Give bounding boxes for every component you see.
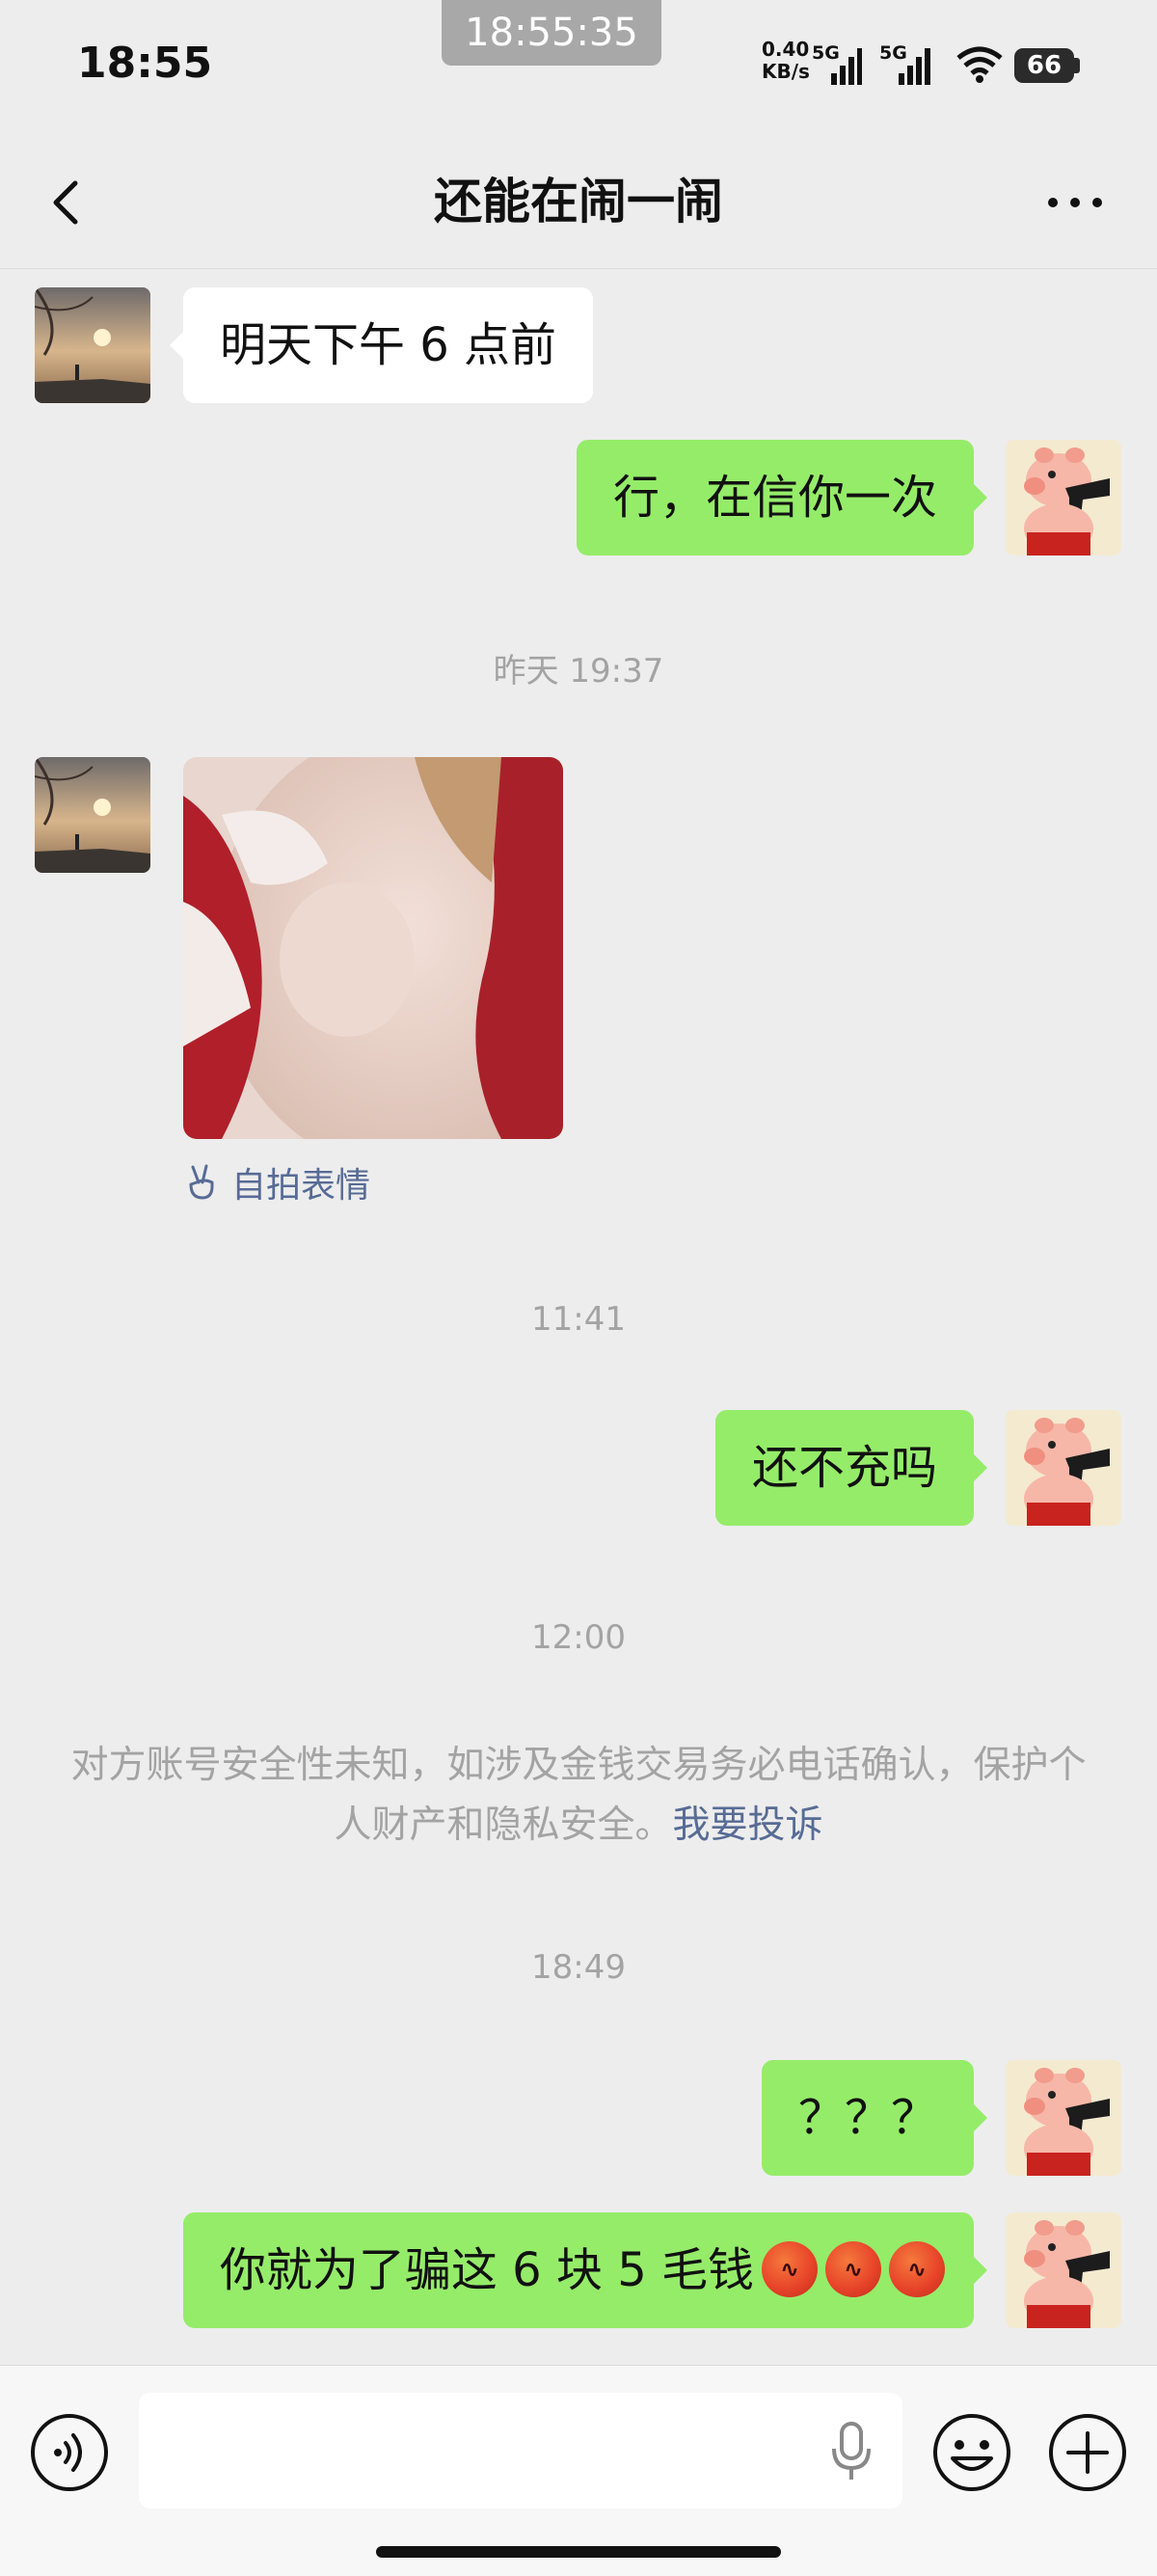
pig-avatar-image	[1006, 1410, 1121, 1526]
home-indicator	[376, 2546, 781, 2558]
message-timestamp: 11:41	[531, 1300, 626, 1339]
pig-avatar-image	[1006, 2212, 1121, 2328]
message-bubble-outgoing[interactable]: ？？？	[761, 2060, 988, 2176]
my-avatar[interactable]	[1006, 2212, 1121, 2328]
pig-avatar-image	[1006, 2060, 1121, 2176]
status-time: 18:55	[77, 39, 213, 88]
angry-face-emoji-icon: ∿	[889, 2241, 945, 2297]
chat-header: 还能在闹一闹	[0, 135, 1157, 269]
message-bubble-outgoing[interactable]: 行，在信你一次	[576, 440, 988, 556]
mic-icon[interactable]	[829, 2422, 874, 2481]
report-link[interactable]: 我要投诉	[673, 1803, 823, 1847]
emoji-icon[interactable]	[931, 2412, 1012, 2493]
message-input[interactable]	[139, 2393, 902, 2508]
message-bubble-outgoing[interactable]: 还不充吗	[714, 1410, 988, 1526]
status-bar: 18:55 18:55:35 0.40 KB/s 5G 5G 66	[0, 0, 1157, 135]
selfie-sticker-tag[interactable]: 自拍表情	[183, 1157, 370, 1207]
battery-indicator: 66	[1014, 48, 1074, 83]
network-speed-value: 0.40	[762, 38, 810, 61]
security-notice: 对方账号安全性未知，如涉及金钱交易务必电话确认，保护个人财产和隐私安全。我要投诉	[58, 1736, 1099, 1856]
battery-tip	[1074, 58, 1080, 73]
security-notice-text: 对方账号安全性未知，如涉及金钱交易务必电话确认，保护个人财产和隐私安全。	[70, 1744, 1087, 1847]
more-options-button[interactable]	[1041, 183, 1109, 222]
my-avatar[interactable]	[1006, 440, 1121, 556]
network-speed: 0.40 KB/s	[762, 39, 810, 83]
selfie-sticker-label: 自拍表情	[231, 1166, 371, 1206]
message-text: 你就为了骗这 6 块 5 毛钱	[219, 2243, 754, 2297]
input-toolbar	[0, 2365, 1157, 2576]
contact-avatar[interactable]	[35, 287, 150, 403]
peace-hand-icon	[189, 1164, 214, 1200]
message-bubble-outgoing[interactable]: 你就为了骗这 6 块 5 毛钱 ∿ ∿ ∿	[182, 2212, 988, 2328]
sunset-avatar-image	[35, 287, 150, 403]
network-speed-unit: KB/s	[762, 60, 810, 83]
message-timestamp: 12:00	[531, 1618, 626, 1657]
wifi-icon	[956, 46, 1003, 83]
back-button[interactable]	[39, 174, 96, 231]
voice-icon[interactable]	[29, 2412, 110, 2493]
angry-face-emoji-icon: ∿	[825, 2241, 881, 2297]
angry-face-emoji-icon: ∿	[762, 2241, 818, 2297]
message-bubble-incoming[interactable]: 明天下午 6 点前	[169, 287, 594, 403]
chat-title: 还能在闹一闹	[434, 174, 723, 230]
pig-avatar-image	[1006, 440, 1121, 556]
message-timestamp: 18:49	[531, 1948, 626, 1987]
sunset-avatar-image	[35, 757, 150, 873]
my-avatar[interactable]	[1006, 1410, 1121, 1526]
my-avatar[interactable]	[1006, 2060, 1121, 2176]
selfie-sticker-image[interactable]	[183, 757, 563, 1139]
screenshot-clock-overlay: 18:55:35	[442, 0, 661, 66]
contact-avatar[interactable]	[35, 757, 150, 873]
plus-icon[interactable]	[1047, 2412, 1128, 2493]
message-timestamp: 昨天 19:37	[493, 652, 664, 691]
